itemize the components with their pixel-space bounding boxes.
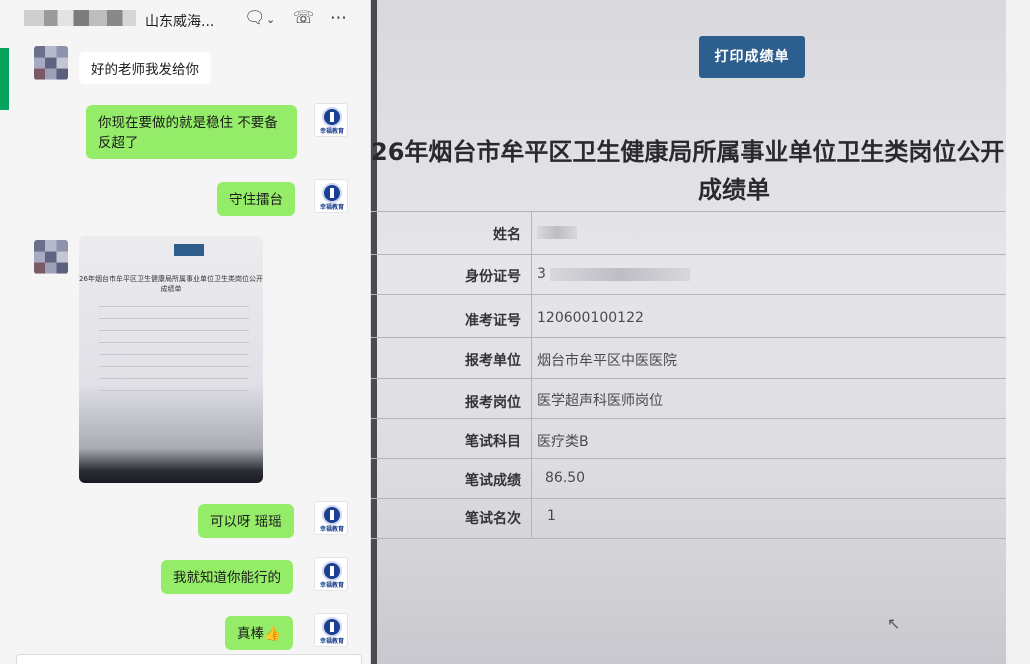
- window-edge: [0, 48, 9, 110]
- print-transcript-button[interactable]: 打印成绩单: [699, 36, 805, 78]
- thumb-row: [99, 330, 249, 331]
- row-value-name: [537, 224, 577, 240]
- logo-text: 幸福教育: [319, 128, 344, 135]
- message-input[interactable]: [16, 654, 362, 664]
- logo-icon: [322, 561, 342, 581]
- logo-text: 幸福教育: [319, 526, 344, 533]
- chat-pane: 山东威海... 🗨 ⌄ ☏ ⋯ 好的老师我发给你 你现在要做的就是稳住 不要备反…: [0, 0, 371, 664]
- thumb-row: [99, 342, 249, 343]
- row-value-score: 86.50: [545, 470, 586, 486]
- redacted-value: [549, 267, 690, 281]
- row-label-id: 身份证号: [465, 269, 521, 285]
- row-value-exam-number: 120600100122: [537, 310, 644, 326]
- logo-text: 幸福教育: [319, 204, 344, 211]
- table-rule: [371, 211, 1006, 212]
- logo-icon: [322, 505, 342, 525]
- avatar[interactable]: 幸福教育: [314, 103, 348, 137]
- chat-title: 山东威海...: [30, 11, 214, 31]
- chat-bubble-icon[interactable]: 🗨: [244, 8, 266, 28]
- row-label-subject: 笔试科目: [465, 434, 521, 450]
- row-value-position: 医学超声科医师岗位: [537, 393, 663, 409]
- thumb-row: [99, 318, 249, 319]
- table-rule: [371, 337, 1006, 338]
- table-rule: [371, 254, 1006, 255]
- table-rule: [371, 538, 1006, 539]
- table-rule: [371, 418, 1006, 419]
- window-margin: [1006, 0, 1030, 664]
- logo-text: 幸福教育: [319, 638, 344, 645]
- logo-icon: [322, 107, 342, 127]
- message-bubble[interactable]: 我就知道你能行的: [161, 560, 293, 594]
- avatar[interactable]: 幸福教育: [314, 557, 348, 591]
- message-bubble[interactable]: 好的老师我发给你: [79, 52, 211, 84]
- row-value-rank: 1: [547, 508, 556, 524]
- thumb-print-button: [174, 244, 204, 256]
- logo-icon: [322, 183, 342, 203]
- viewer-edge: [371, 0, 377, 664]
- phone-icon[interactable]: ☏: [293, 8, 314, 28]
- document-subtitle: 成绩单: [698, 176, 770, 204]
- row-value-unit: 烟台市牟平区中医医院: [537, 353, 677, 369]
- thumb-row: [99, 366, 249, 367]
- row-label-name: 姓名: [493, 227, 521, 243]
- chevron-down-icon[interactable]: ⌄: [266, 13, 275, 26]
- avatar[interactable]: [34, 46, 68, 80]
- message-bubble[interactable]: 你现在要做的就是稳住 不要备反超了: [86, 105, 297, 159]
- table-rule: [371, 498, 1006, 499]
- thumb-row: [99, 390, 249, 391]
- thumb-row: [99, 306, 249, 307]
- thumb-title: 26年烟台市牟平区卫生健康局所属事业单位卫生类岗位公开 成绩单: [79, 275, 263, 293]
- row-label-position: 报考岗位: [465, 395, 521, 411]
- redacted-value: [537, 225, 577, 239]
- thumb-row: [99, 354, 249, 355]
- row-label-exam-number: 准考证号: [465, 313, 521, 329]
- avatar[interactable]: 幸福教育: [314, 613, 348, 647]
- logo-text: 幸福教育: [319, 582, 344, 589]
- message-bubble[interactable]: 真棒👍: [225, 616, 293, 650]
- avatar[interactable]: 幸福教育: [314, 179, 348, 213]
- table-rule: [371, 294, 1006, 295]
- row-value-subject: 医疗类B: [537, 434, 589, 450]
- chat-header: 山东威海... 🗨 ⌄ ☏ ⋯: [0, 0, 370, 40]
- image-message-thumbnail[interactable]: 26年烟台市牟平区卫生健康局所属事业单位卫生类岗位公开 成绩单: [79, 236, 263, 483]
- message-bubble[interactable]: 守住擂台: [217, 182, 295, 216]
- message-bubble[interactable]: 可以呀 瑶瑶: [198, 504, 294, 538]
- contact-name: 山东威海...: [145, 14, 215, 30]
- avatar[interactable]: [34, 240, 68, 274]
- table-rule: [371, 378, 1006, 379]
- more-icon[interactable]: ⋯: [330, 8, 347, 28]
- image-viewer[interactable]: 打印成绩单 26年烟台市牟平区卫生健康局所属事业单位卫生类岗位公开 成绩单 姓名…: [371, 0, 1006, 664]
- avatar[interactable]: 幸福教育: [314, 501, 348, 535]
- table-rule: [371, 458, 1006, 459]
- row-label-rank: 笔试名次: [465, 511, 521, 527]
- row-label-score: 笔试成绩: [465, 473, 521, 489]
- row-label-unit: 报考单位: [465, 353, 521, 369]
- logo-icon: [322, 617, 342, 637]
- mouse-cursor-icon: ↖: [887, 614, 901, 633]
- row-value-id: 3: [537, 266, 690, 282]
- document-title: 26年烟台市牟平区卫生健康局所属事业单位卫生类岗位公开: [371, 138, 1005, 166]
- thumb-row: [99, 378, 249, 379]
- table-rule: [531, 211, 532, 538]
